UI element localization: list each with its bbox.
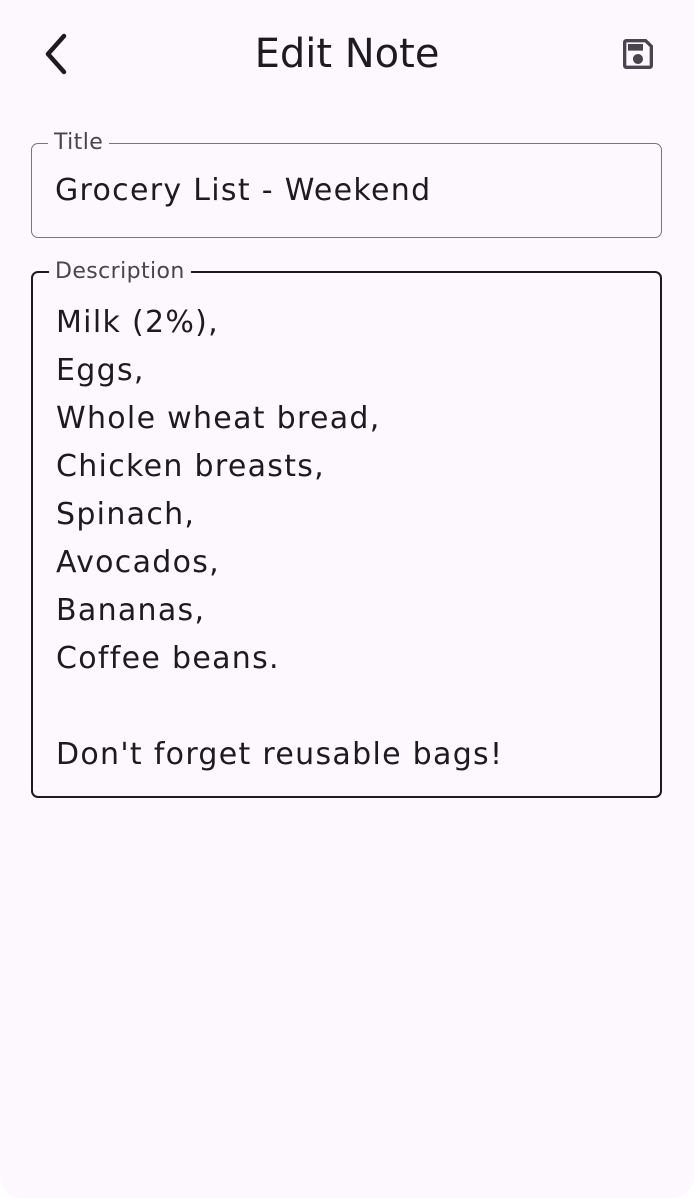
page-title: Edit Note	[254, 31, 440, 77]
title-label: Title	[48, 130, 110, 156]
save-button[interactable]	[608, 26, 668, 82]
description-textarea[interactable]: Milk (2%), Eggs, Whole wheat bread, Chic…	[56, 299, 640, 779]
save-icon	[623, 39, 653, 69]
title-field[interactable]: Title Grocery List - Weekend	[31, 130, 662, 238]
description-field[interactable]: Description Milk (2%), Eggs, Whole wheat…	[31, 259, 662, 798]
description-label: Description	[49, 259, 191, 285]
title-input[interactable]: Grocery List - Weekend	[55, 172, 641, 210]
app-bar: Edit Note	[0, 0, 694, 110]
edit-note-screen: Edit Note Title Grocery List - Weekend D…	[0, 0, 694, 1198]
